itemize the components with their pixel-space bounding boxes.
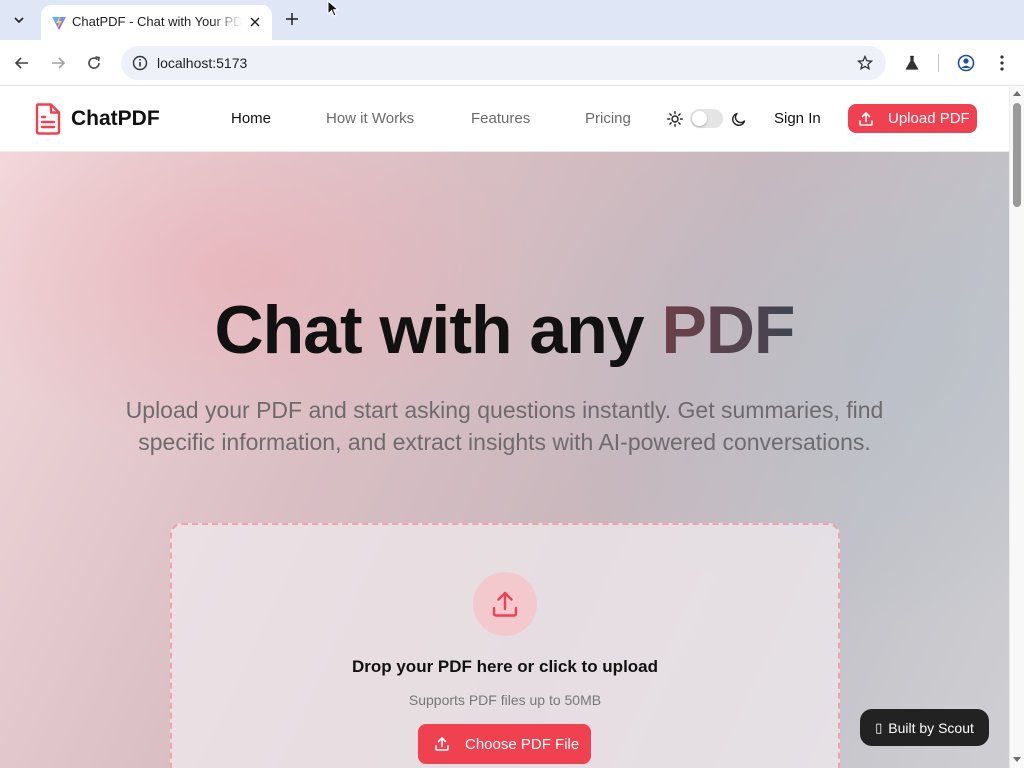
bookmark-star-icon[interactable]	[854, 52, 876, 74]
labs-flask-icon[interactable]	[900, 51, 924, 75]
reload-icon[interactable]	[82, 51, 106, 75]
page-viewport: ChatPDF Home How it Works Features Prici…	[0, 87, 1009, 768]
tab-title: ChatPDF - Chat with Your PDF	[72, 14, 242, 29]
mouse-cursor-icon	[327, 0, 340, 17]
choose-pdf-file-label: Choose PDF File	[465, 735, 580, 753]
browser-toolbar: localhost:5173	[0, 40, 1024, 86]
theme-toggle-switch[interactable]	[690, 109, 723, 128]
hero-subtitle: Upload your PDF and start asking questio…	[125, 397, 884, 455]
toolbar-divider	[938, 54, 939, 72]
vite-favicon-icon	[52, 16, 66, 30]
tab-search-chevron-down-icon[interactable]	[6, 7, 32, 33]
built-by-scout-badge[interactable]: ▯ Built by Scout	[860, 709, 989, 746]
nav-home[interactable]: Home	[231, 109, 271, 129]
hero-title-highlight: PDF	[661, 292, 795, 368]
browser-tab-active[interactable]: ChatPDF - Chat with Your PDF	[41, 5, 272, 40]
hero-title-plain: Chat with any	[214, 292, 662, 368]
dropzone-title: Drop your PDF here or click to upload	[351, 657, 659, 676]
address-bar[interactable]: localhost:5173	[121, 46, 886, 80]
upload-pdf-label: Upload PDF	[888, 110, 970, 127]
url-text: localhost:5173	[157, 55, 248, 71]
upload-icon	[859, 111, 873, 126]
kebab-menu-icon[interactable]	[990, 51, 1014, 75]
dropzone-upload-icon	[473, 572, 537, 636]
site-logo[interactable]: ChatPDF	[34, 103, 160, 135]
browser-tabstrip: ChatPDF - Chat with Your PDF	[0, 0, 1024, 40]
sign-in-link[interactable]: Sign In	[774, 109, 821, 129]
scroll-down-arrow-icon[interactable]	[1013, 757, 1021, 762]
back-arrow-icon[interactable]	[10, 51, 34, 75]
logo-text: ChatPDF	[71, 107, 160, 130]
document-logo-icon	[35, 103, 61, 135]
hero-title: Chat with any PDF	[0, 290, 1009, 370]
scout-icon: ▯	[875, 719, 883, 735]
dropzone-subtitle: Supports PDF files up to 50MB	[408, 692, 602, 708]
nav-features[interactable]: Features	[471, 109, 530, 129]
pdf-dropzone[interactable]: Drop your PDF here or click to upload Su…	[170, 523, 840, 768]
close-icon[interactable]	[246, 13, 264, 31]
scroll-thumb[interactable]	[1013, 103, 1021, 207]
new-tab-plus-icon[interactable]	[281, 8, 303, 30]
page-scrollbar[interactable]	[1009, 87, 1024, 768]
nav-how-it-works[interactable]: How it Works	[326, 109, 414, 129]
scroll-up-arrow-icon[interactable]	[1013, 91, 1021, 96]
upload-icon	[435, 737, 449, 751]
header-upload-pdf-button[interactable]: Upload PDF	[848, 104, 977, 133]
choose-pdf-file-button[interactable]: Choose PDF File	[418, 724, 591, 764]
forward-arrow-icon[interactable]	[46, 51, 70, 75]
site-header: ChatPDF Home How it Works Features Prici…	[0, 87, 1009, 152]
moon-icon	[732, 112, 746, 126]
hero-section: Chat with any PDF Upload your PDF and st…	[0, 152, 1009, 768]
site-info-icon[interactable]	[129, 52, 151, 74]
profile-icon[interactable]	[954, 51, 978, 75]
nav-pricing[interactable]: Pricing	[585, 109, 631, 129]
sun-icon	[667, 111, 683, 127]
toggle-knob	[692, 111, 707, 126]
badge-label: Built by Scout	[888, 719, 974, 736]
